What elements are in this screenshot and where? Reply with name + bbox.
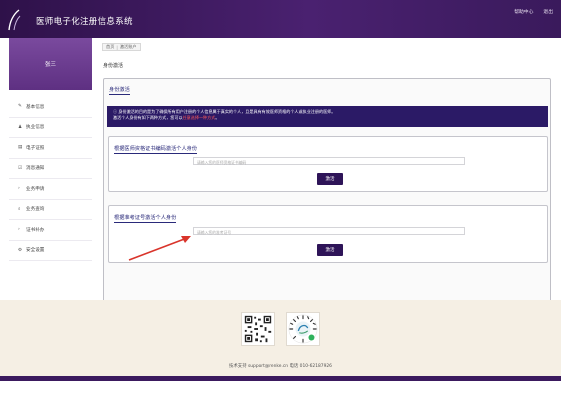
user-card: 张三 bbox=[9, 38, 92, 90]
annotation-arrow-icon bbox=[128, 236, 191, 261]
activate-certificate-button[interactable]: 激活 bbox=[317, 173, 343, 185]
activation-panel: 身份激活 ⓘ 身份激活的目的是为了确保所有用户注册的个人信息属于真实的个人，且是… bbox=[103, 78, 551, 310]
sidebar-item-label: 业务查询 bbox=[26, 207, 45, 213]
header-links: 帮助中心 退出 bbox=[514, 8, 553, 15]
notice-highlight: 任意选择一种方式 bbox=[182, 115, 216, 121]
logout-link[interactable]: 退出 bbox=[543, 8, 553, 15]
check-icon: ☑ bbox=[18, 165, 23, 171]
chevron-right-icon: › bbox=[18, 227, 20, 233]
help-link[interactable]: 帮助中心 bbox=[514, 8, 533, 15]
panel-title: 身份激活 bbox=[109, 87, 130, 95]
sidebar: 张三 ✎ 基本信息 ♟ 执业信息 ▤ 电子证照 ☑ 消息通知 › 业务申请 ⌕ … bbox=[9, 38, 92, 268]
sidebar-item-certificate-reissue[interactable]: › 证书补办 bbox=[9, 220, 92, 241]
sidebar-item-label: 证书补办 bbox=[26, 227, 45, 233]
sidebar-item-notifications[interactable]: ☑ 消息通知 bbox=[9, 158, 92, 179]
notice-line-2: 激活个人身份有如下两种方式，您可以任意选择一种方式。 bbox=[113, 115, 220, 121]
sidebar-nav: ✎ 基本信息 ♟ 执业信息 ▤ 电子证照 ☑ 消息通知 › 业务申请 ⌕ 业务查… bbox=[9, 97, 92, 261]
mini-program-code-icon bbox=[286, 312, 320, 346]
method-exam-ticket-title: 根据准考证号激活个人身份 bbox=[114, 215, 177, 223]
breadcrumb-home[interactable]: 首页 bbox=[106, 44, 114, 50]
activate-exam-ticket-button[interactable]: 激活 bbox=[317, 244, 343, 256]
breadcrumb-current: 激活账户 bbox=[119, 44, 137, 49]
edit-icon: ✎ bbox=[18, 104, 22, 110]
page-title: 身份激活 bbox=[103, 63, 124, 69]
sidebar-item-label: 电子证照 bbox=[26, 145, 45, 151]
user-name: 张三 bbox=[44, 62, 56, 68]
main-content: 首页 | 激活账户 身份激活 身份激活 ⓘ 身份激活的目的是为了确保所有用户注册… bbox=[100, 38, 555, 310]
sidebar-item-security-settings[interactable]: ⚙ 安全设置 bbox=[9, 240, 92, 261]
breadcrumb-separator: | bbox=[116, 44, 118, 50]
certificate-number-input[interactable]: 请输入您的医师资格证书编码 bbox=[193, 157, 465, 165]
exam-ticket-input[interactable]: 请输入您的准考证号 bbox=[193, 227, 465, 235]
sidebar-item-business-query[interactable]: ⌕ 业务查询 bbox=[9, 199, 92, 220]
logo-icon bbox=[8, 9, 21, 31]
footer-bar bbox=[0, 376, 561, 381]
sidebar-item-practice-info[interactable]: ♟ 执业信息 bbox=[9, 117, 92, 138]
method-certificate-box: 根据医师资格证书编码激活个人身份 请输入您的医师资格证书编码 激活 bbox=[108, 136, 548, 192]
sidebar-item-label: 业务申请 bbox=[26, 186, 45, 192]
sidebar-item-label: 执业信息 bbox=[26, 125, 45, 131]
sidebar-item-business-apply[interactable]: › 业务申请 bbox=[9, 179, 92, 200]
sidebar-item-basic-info[interactable]: ✎ 基本信息 bbox=[9, 97, 92, 118]
breadcrumb: 首页 | 激活账户 bbox=[102, 43, 141, 51]
search-icon: ⌕ bbox=[18, 207, 21, 213]
footer-support-text: 技术支持 support@renke.cn 电话 010-62187926 bbox=[229, 364, 332, 369]
app-title: 医师电子化注册信息系统 bbox=[36, 17, 133, 27]
chevron-right-icon: › bbox=[18, 186, 20, 192]
card-icon: ▤ bbox=[18, 145, 23, 151]
info-notice: ⓘ 身份激活的目的是为了确保所有用户注册的个人信息属于真实的个人，且是具有有效医… bbox=[107, 106, 548, 127]
sidebar-item-label: 消息通知 bbox=[26, 166, 45, 172]
sidebar-item-label: 安全设置 bbox=[26, 248, 45, 254]
users-icon: ♟ bbox=[18, 124, 23, 130]
method-certificate-title: 根据医师资格证书编码激活个人身份 bbox=[114, 146, 198, 154]
footer: 技术支持 support@renke.cn 电话 010-62187926 bbox=[0, 300, 561, 376]
sidebar-item-label: 基本信息 bbox=[26, 104, 45, 110]
top-header: 医师电子化注册信息系统 帮助中心 退出 bbox=[0, 0, 561, 38]
gear-icon: ⚙ bbox=[18, 247, 23, 253]
sidebar-item-e-certificate[interactable]: ▤ 电子证照 bbox=[9, 138, 92, 159]
qr-code-icon bbox=[241, 312, 275, 346]
